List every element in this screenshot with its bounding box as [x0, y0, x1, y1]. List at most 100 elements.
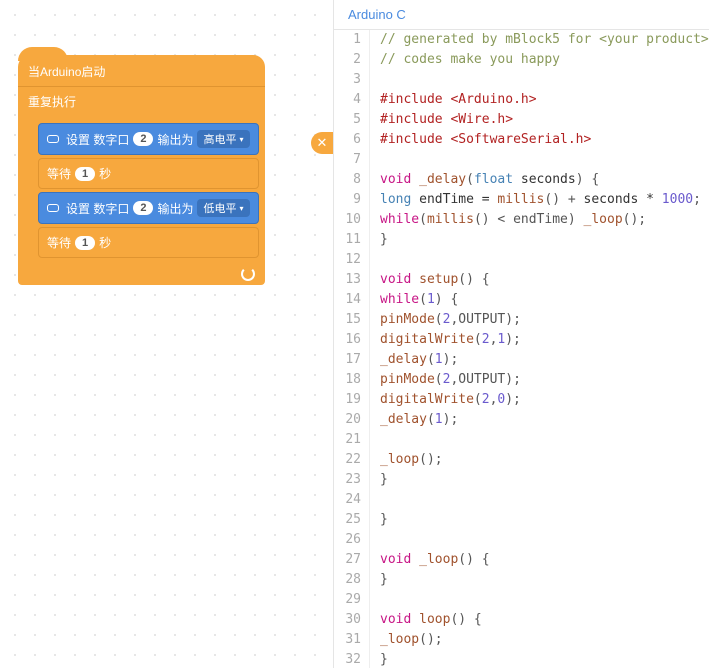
code-line: } [380, 570, 709, 590]
block-text: 秒 [99, 234, 111, 251]
code-line [380, 590, 709, 610]
code-line [380, 530, 709, 550]
line-number: 16 [334, 330, 361, 350]
block-text: 等待 [47, 165, 71, 182]
forever-label: 重复执行 [28, 95, 76, 109]
code-line: #include <Wire.h> [380, 110, 709, 130]
forever-foot [18, 265, 265, 285]
wait-value[interactable]: 1 [75, 236, 95, 250]
line-number: 24 [334, 490, 361, 510]
code-line: // generated by mBlock5 for <your produc… [380, 30, 709, 50]
block-text: 设置 数字口 [66, 131, 129, 148]
line-number: 7 [334, 150, 361, 170]
line-number: 25 [334, 510, 361, 530]
code-line: } [380, 650, 709, 668]
line-number: 3 [334, 70, 361, 90]
loop-arrow-icon [241, 267, 255, 281]
code-line: _delay(1); [380, 350, 709, 370]
line-number: 27 [334, 550, 361, 570]
block-text: 设置 数字口 [66, 200, 129, 217]
line-number: 23 [334, 470, 361, 490]
block-text: 等待 [47, 234, 71, 251]
code-line: pinMode(2,OUTPUT); [380, 370, 709, 390]
line-number: 11 [334, 230, 361, 250]
pin-value[interactable]: 2 [133, 201, 153, 215]
line-number: 21 [334, 430, 361, 450]
line-number-gutter: 1234567891011121314151617181920212223242… [334, 30, 370, 668]
code-line: } [380, 230, 709, 250]
line-number: 18 [334, 370, 361, 390]
line-number: 30 [334, 610, 361, 630]
line-number: 10 [334, 210, 361, 230]
code-line: while(millis() < endTime) _loop(); [380, 210, 709, 230]
code-line: } [380, 510, 709, 530]
line-number: 15 [334, 310, 361, 330]
code-line [380, 430, 709, 450]
line-number: 31 [334, 630, 361, 650]
line-number: 26 [334, 530, 361, 550]
line-number: 13 [334, 270, 361, 290]
line-number: 17 [334, 350, 361, 370]
forever-body: 设置 数字口 2 输出为 高电平 等待 1 秒 设置 数字口 2 输出为 低电平 [32, 116, 265, 265]
code-line: while(1) { [380, 290, 709, 310]
blocks-workspace[interactable]: 当Arduino启动 重复执行 设置 数字口 2 输出为 高电平 等待 1 秒 [0, 0, 333, 668]
infinity-icon [47, 204, 59, 212]
pin-value[interactable]: 2 [133, 132, 153, 146]
set-digital-output-block-1[interactable]: 设置 数字口 2 输出为 高电平 [38, 123, 259, 155]
line-number: 22 [334, 450, 361, 470]
code-line: // codes make you happy [380, 50, 709, 70]
code-line: digitalWrite(2,0); [380, 390, 709, 410]
code-line [380, 490, 709, 510]
code-line: void setup() { [380, 270, 709, 290]
block-text: 秒 [99, 165, 111, 182]
code-line [380, 150, 709, 170]
tab-arduino-c[interactable]: Arduino C [348, 7, 406, 22]
code-line: } [380, 470, 709, 490]
code-line: _loop(); [380, 450, 709, 470]
block-text: 输出为 [157, 200, 193, 217]
wait-value[interactable]: 1 [75, 167, 95, 181]
block-stack[interactable]: 当Arduino启动 重复执行 设置 数字口 2 输出为 高电平 等待 1 秒 [18, 55, 265, 285]
forever-header: 重复执行 [18, 86, 265, 116]
code-line [380, 250, 709, 270]
code-line: void _delay(float seconds) { [380, 170, 709, 190]
close-icon: ✕ [317, 135, 328, 151]
block-text: 输出为 [157, 131, 193, 148]
line-number: 1 [334, 30, 361, 50]
line-number: 9 [334, 190, 361, 210]
code-editor[interactable]: 1234567891011121314151617181920212223242… [334, 30, 709, 668]
infinity-icon [47, 135, 59, 143]
code-line: digitalWrite(2,1); [380, 330, 709, 350]
line-number: 5 [334, 110, 361, 130]
line-number: 20 [334, 410, 361, 430]
hat-block-arduino-start[interactable]: 当Arduino启动 [18, 55, 265, 86]
line-number: 4 [334, 90, 361, 110]
level-dropdown[interactable]: 高电平 [197, 130, 249, 148]
line-number: 8 [334, 170, 361, 190]
line-number: 19 [334, 390, 361, 410]
code-line: pinMode(2,OUTPUT); [380, 310, 709, 330]
line-number: 14 [334, 290, 361, 310]
tab-bar: Arduino C [334, 0, 709, 30]
code-line: _delay(1); [380, 410, 709, 430]
code-line: #include <Arduino.h> [380, 90, 709, 110]
code-line: #include <SoftwareSerial.h> [380, 130, 709, 150]
line-number: 6 [334, 130, 361, 150]
code-lines: // generated by mBlock5 for <your produc… [370, 30, 709, 668]
set-digital-output-block-2[interactable]: 设置 数字口 2 输出为 低电平 [38, 192, 259, 224]
collapse-panel-button[interactable]: ✕ [311, 132, 333, 154]
forever-block[interactable]: 重复执行 设置 数字口 2 输出为 高电平 等待 1 秒 设置 数字口 [18, 86, 265, 285]
wait-block-2[interactable]: 等待 1 秒 [38, 227, 259, 258]
line-number: 29 [334, 590, 361, 610]
level-dropdown[interactable]: 低电平 [197, 199, 249, 217]
code-line: long endTime = millis() + seconds * 1000… [380, 190, 709, 210]
wait-block-1[interactable]: 等待 1 秒 [38, 158, 259, 189]
line-number: 32 [334, 650, 361, 668]
line-number: 12 [334, 250, 361, 270]
code-line: void _loop() { [380, 550, 709, 570]
code-line: void loop() { [380, 610, 709, 630]
line-number: 2 [334, 50, 361, 70]
code-line [380, 70, 709, 90]
code-panel: Arduino C 123456789101112131415161718192… [333, 0, 709, 668]
line-number: 28 [334, 570, 361, 590]
